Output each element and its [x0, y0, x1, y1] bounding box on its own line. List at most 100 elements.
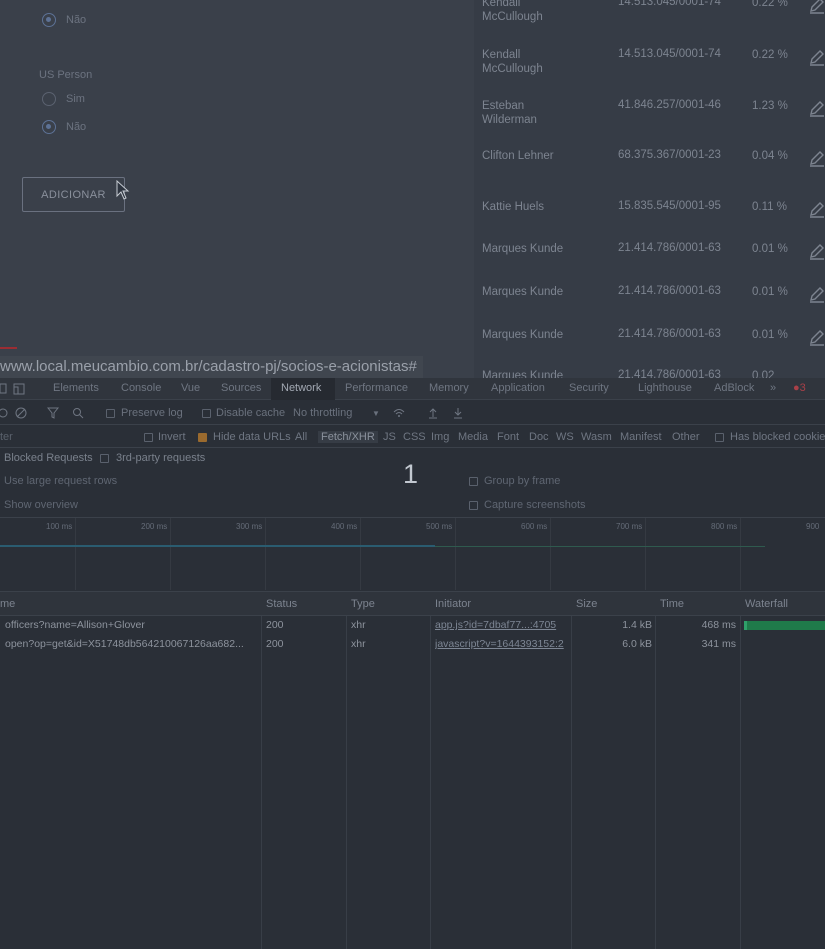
preserve-log-label: Preserve log: [121, 407, 183, 419]
clear-icon[interactable]: [15, 407, 27, 419]
tab-elements[interactable]: Elements: [53, 382, 99, 394]
request-name[interactable]: officers?name=Allison+Glover: [5, 619, 257, 631]
waterfall-bar: [744, 621, 825, 630]
column-status[interactable]: Status: [266, 598, 297, 610]
tab-memory[interactable]: Memory: [429, 382, 469, 394]
timeline-tick: 200 ms: [141, 522, 168, 531]
partners-table: Kendall McCullough 14.513.045/0001-74 0.…: [474, 0, 825, 378]
has-blocked-cookies-label: Has blocked cookie: [730, 431, 825, 443]
partner-cnpj: 21.414.786/0001-63: [618, 285, 721, 297]
error-count: 3: [799, 382, 806, 394]
filter-type-font[interactable]: Font: [497, 431, 519, 443]
filter-input[interactable]: ter: [0, 431, 13, 443]
show-overview-label[interactable]: Show overview: [4, 499, 78, 511]
filter-type-css[interactable]: CSS: [403, 431, 426, 443]
table-row[interactable]: open?op=get&id=X51748db564210067126aa682…: [0, 636, 825, 655]
disable-cache-checkbox[interactable]: [202, 409, 211, 418]
column-name[interactable]: me: [0, 598, 15, 610]
invert-checkbox[interactable]: [144, 433, 153, 442]
radio-checked-icon: [42, 120, 56, 134]
radio-unchecked-icon: [42, 92, 56, 106]
status-url: www.local.meucambio.com.br/cadastro-pj/s…: [0, 356, 423, 378]
filter-icon[interactable]: [47, 407, 59, 419]
timeline-tick: 400 ms: [331, 522, 358, 531]
radio-previous-no[interactable]: Não: [42, 13, 86, 27]
invert-label: Invert: [158, 431, 186, 443]
request-name[interactable]: open?op=get&id=X51748db564210067126aa682…: [5, 638, 257, 650]
filter-type-wasm[interactable]: Wasm: [581, 431, 612, 443]
filter-type-ws[interactable]: WS: [556, 431, 574, 443]
request-status: 200: [266, 619, 284, 631]
partner-name: Marques Kunde: [482, 370, 564, 378]
tab-application[interactable]: Application: [491, 382, 545, 394]
radio-checked-icon: [42, 13, 56, 27]
request-initiator[interactable]: javascript?v=1644393152:2: [435, 638, 567, 650]
filter-type-manifest[interactable]: Manifest: [620, 431, 662, 443]
network-conditions-icon[interactable]: [393, 407, 405, 419]
edit-icon[interactable]: [808, 328, 825, 346]
edit-icon[interactable]: [808, 285, 825, 303]
import-har-icon[interactable]: [427, 407, 439, 419]
request-initiator[interactable]: app.js?id=7dbaf77...:4705: [435, 619, 567, 631]
filter-type-all[interactable]: All: [295, 431, 307, 443]
request-type: xhr: [351, 619, 366, 631]
partner-percentage: 0.11 %: [752, 201, 787, 213]
has-blocked-cookies-checkbox[interactable]: [715, 433, 724, 442]
requests-table: me Status Type Initiator Size Time Water…: [0, 592, 825, 949]
column-waterfall[interactable]: Waterfall: [745, 598, 788, 610]
tab-adblock[interactable]: AdBlock: [714, 382, 754, 394]
tab-lighthouse[interactable]: Lighthouse: [638, 382, 692, 394]
record-icon[interactable]: [0, 407, 9, 419]
hide-data-urls-checkbox[interactable]: [198, 433, 207, 442]
tab-sources[interactable]: Sources: [221, 382, 261, 394]
partner-cnpj: 68.375.367/0001-23: [618, 149, 721, 161]
column-initiator[interactable]: Initiator: [435, 598, 471, 610]
tab-console[interactable]: Console: [121, 382, 161, 394]
filter-type-img[interactable]: Img: [431, 431, 449, 443]
filter-type-doc[interactable]: Doc: [529, 431, 549, 443]
partner-name: Clifton Lehner: [482, 150, 554, 162]
tab-security[interactable]: Security: [569, 382, 609, 394]
column-time[interactable]: Time: [660, 598, 684, 610]
filter-type-fetch-xhr[interactable]: Fetch/XHR: [318, 431, 378, 443]
export-har-icon[interactable]: [452, 407, 464, 419]
error-badge[interactable]: ●3: [793, 382, 806, 394]
edit-icon[interactable]: [808, 200, 825, 218]
request-status: 200: [266, 638, 284, 650]
table-row[interactable]: officers?name=Allison+Glover 200 xhr app…: [0, 617, 825, 636]
throttling-select[interactable]: No throttling: [293, 407, 352, 419]
tab-vue[interactable]: Vue: [181, 382, 200, 394]
timeline-gridline: [645, 518, 646, 590]
group-by-frame-label: Group by frame: [484, 475, 561, 487]
edit-icon[interactable]: [808, 242, 825, 260]
request-time: 341 ms: [701, 638, 736, 650]
more-tabs-icon[interactable]: »: [770, 382, 776, 394]
radio-us-person-yes[interactable]: Sim: [42, 92, 85, 106]
request-size: 6.0 kB: [622, 638, 652, 650]
preserve-log-checkbox[interactable]: [106, 409, 115, 418]
error-indicator: [0, 347, 17, 349]
edit-icon[interactable]: [808, 149, 825, 167]
blocked-requests-label[interactable]: Blocked Requests: [4, 452, 93, 464]
column-size[interactable]: Size: [576, 598, 597, 610]
tab-network[interactable]: Network: [281, 382, 321, 394]
large-rows-label[interactable]: Use large request rows: [4, 475, 117, 487]
filter-type-media[interactable]: Media: [458, 431, 488, 443]
partner-cnpj: 21.414.786/0001-63: [618, 242, 721, 254]
filter-type-js[interactable]: JS: [383, 431, 396, 443]
edit-icon[interactable]: [808, 48, 825, 66]
device-toolbar-icon[interactable]: [13, 383, 25, 395]
edit-icon[interactable]: [808, 99, 825, 117]
third-party-checkbox[interactable]: [100, 454, 109, 463]
group-by-frame-checkbox[interactable]: [469, 477, 478, 486]
radio-us-person-no[interactable]: Não: [42, 120, 86, 134]
filter-type-other[interactable]: Other: [672, 431, 700, 443]
capture-screenshots-checkbox[interactable]: [469, 501, 478, 510]
search-icon[interactable]: [72, 407, 84, 419]
inspect-icon[interactable]: [0, 383, 12, 395]
timeline-tick: 800 ms: [711, 522, 738, 531]
edit-icon[interactable]: [808, 0, 825, 14]
column-type[interactable]: Type: [351, 598, 375, 610]
tab-performance[interactable]: Performance: [345, 382, 408, 394]
add-button[interactable]: ADICIONAR: [22, 177, 125, 212]
